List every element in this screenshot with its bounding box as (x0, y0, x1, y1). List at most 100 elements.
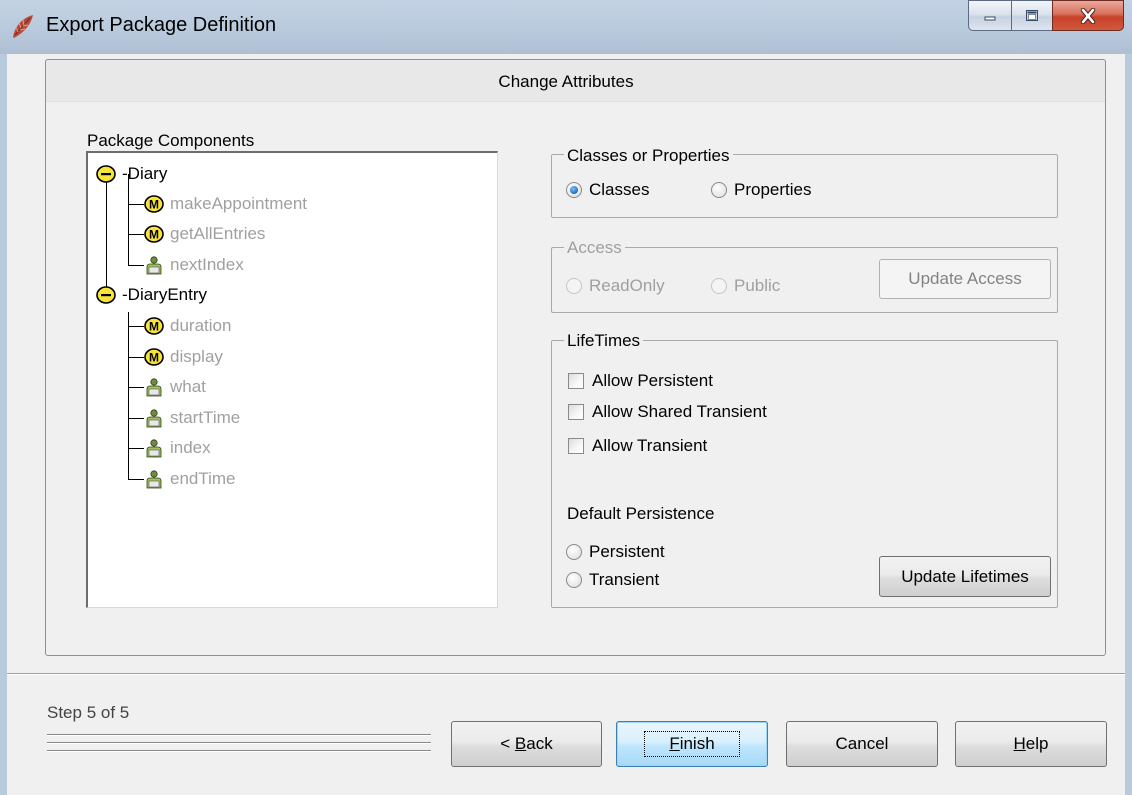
checkbox[interactable] (568, 373, 584, 389)
method-glyph: M (149, 198, 159, 212)
tree-node-label: nextIndex (170, 255, 244, 274)
public-radio-label: Public (734, 276, 781, 295)
tree-node-diaryentry[interactable]: -DiaryEntry (96, 284, 207, 306)
tree-node-label: -Diary (122, 164, 168, 183)
maximize-icon (1026, 9, 1038, 21)
method-icon: M (144, 348, 164, 366)
property-icon (146, 409, 162, 428)
tree-node-label: makeAppointment (170, 194, 308, 213)
collapse-icon[interactable] (96, 164, 116, 184)
method-icon: M (144, 195, 164, 213)
collapse-icon[interactable] (96, 285, 116, 305)
allow-shared-transient-label: Allow Shared Transient (592, 402, 767, 421)
persistent-radio[interactable]: Persistent (566, 542, 665, 562)
access-title: Access (564, 238, 625, 258)
tree-node-duration[interactable]: M duration (144, 315, 231, 337)
package-components-label: Package Components (87, 131, 255, 150)
default-persistence-label: Default Persistence (567, 504, 715, 523)
tree-line (128, 265, 144, 266)
tree-node-index[interactable]: index (144, 437, 211, 459)
tree-node-endtime[interactable]: endTime (144, 468, 236, 490)
tree-node-label: startTime (170, 408, 241, 427)
allow-transient-label: Allow Transient (592, 436, 708, 455)
tree-node-getallentries[interactable]: M getAllEntries (144, 223, 265, 245)
public-radio[interactable]: Public (711, 276, 780, 296)
tree-line (128, 174, 129, 266)
properties-radio-label: Properties (734, 180, 812, 199)
allow-persistent-checkbox[interactable]: Allow Persistent (568, 371, 713, 391)
allow-shared-transient-checkbox[interactable]: Allow Shared Transient (568, 402, 767, 422)
allow-persistent-label: Allow Persistent (592, 371, 713, 390)
finish-button[interactable]: Finish (616, 721, 768, 767)
tree-line (128, 312, 129, 479)
tree-line (106, 174, 107, 293)
minimize-icon (984, 16, 996, 20)
tree-line (128, 326, 144, 327)
tree-line (128, 357, 144, 358)
focus-rect: Finish (644, 731, 740, 757)
property-icon (146, 470, 162, 489)
radio-button[interactable] (566, 572, 582, 588)
back-prefix: < (500, 734, 515, 753)
tree-node-label: display (170, 347, 223, 366)
tree-node-label: duration (170, 316, 232, 335)
close-icon (1080, 7, 1096, 24)
property-icon (146, 378, 162, 397)
lifetimes-title: LifeTimes (564, 331, 644, 351)
allow-transient-checkbox[interactable]: Allow Transient (568, 436, 707, 456)
back-button[interactable]: < Back (451, 721, 602, 767)
method-glyph: M (149, 351, 159, 365)
properties-radio[interactable]: Properties (711, 180, 811, 200)
tree-node-makeappointment[interactable]: M makeAppointment (144, 193, 307, 215)
finish-rest: inish (679, 734, 715, 753)
radio-button[interactable] (711, 182, 727, 198)
checkbox[interactable] (568, 404, 584, 420)
tree-line (128, 479, 144, 480)
tree-node-label: endTime (170, 469, 236, 488)
tree-line (128, 418, 144, 419)
transient-radio-label: Transient (589, 570, 660, 589)
property-icon (146, 256, 162, 275)
window-frame-right (1125, 54, 1132, 795)
classes-radio[interactable]: Classes (566, 180, 649, 200)
tree-node-what[interactable]: what (144, 376, 206, 398)
method-icon: M (144, 317, 164, 335)
radio-button[interactable] (711, 278, 727, 294)
tree-node-starttime[interactable]: startTime (144, 407, 240, 429)
help-mnemonic: H (1013, 734, 1026, 753)
title-bar[interactable]: Export Package Definition (0, 0, 1132, 54)
readonly-radio[interactable]: ReadOnly (566, 276, 665, 296)
tree-node-display[interactable]: M display (144, 346, 223, 368)
persistent-radio-label: Persistent (589, 542, 665, 561)
update-access-button[interactable]: Update Access (879, 259, 1051, 299)
close-button[interactable] (1052, 0, 1124, 31)
minimize-button[interactable] (968, 0, 1012, 31)
tree-line (128, 448, 144, 449)
step-indicator: Step 5 of 5 (47, 703, 130, 722)
footer-separator (7, 673, 1125, 675)
footer-rule (47, 750, 431, 752)
tree-node-label: what (170, 377, 206, 396)
update-lifetimes-button[interactable]: Update Lifetimes (879, 556, 1051, 597)
radio-button[interactable] (566, 544, 582, 560)
footer-rule (47, 734, 431, 736)
classes-or-properties-title: Classes or Properties (564, 146, 733, 166)
property-icon (146, 439, 162, 458)
help-rest: elp (1025, 734, 1049, 753)
cancel-button[interactable]: Cancel (786, 721, 938, 767)
tree-node-diary[interactable]: -Diary (96, 163, 167, 185)
method-icon: M (144, 225, 164, 243)
app-leaf-icon (13, 15, 33, 38)
window-frame-left (0, 54, 7, 795)
back-rest: ack (526, 734, 553, 753)
radio-button[interactable] (566, 278, 582, 294)
help-button[interactable]: Help (955, 721, 1107, 767)
transient-radio[interactable]: Transient (566, 570, 659, 590)
maximize-button[interactable] (1011, 0, 1053, 31)
package-components-tree[interactable]: -Diary M makeAppointment M getAllEntries… (86, 151, 498, 608)
page-title: Change Attributes (498, 72, 634, 91)
tree-node-nextindex[interactable]: nextIndex (144, 254, 244, 276)
readonly-radio-label: ReadOnly (589, 276, 665, 295)
radio-button[interactable] (566, 182, 582, 198)
checkbox[interactable] (568, 438, 584, 454)
